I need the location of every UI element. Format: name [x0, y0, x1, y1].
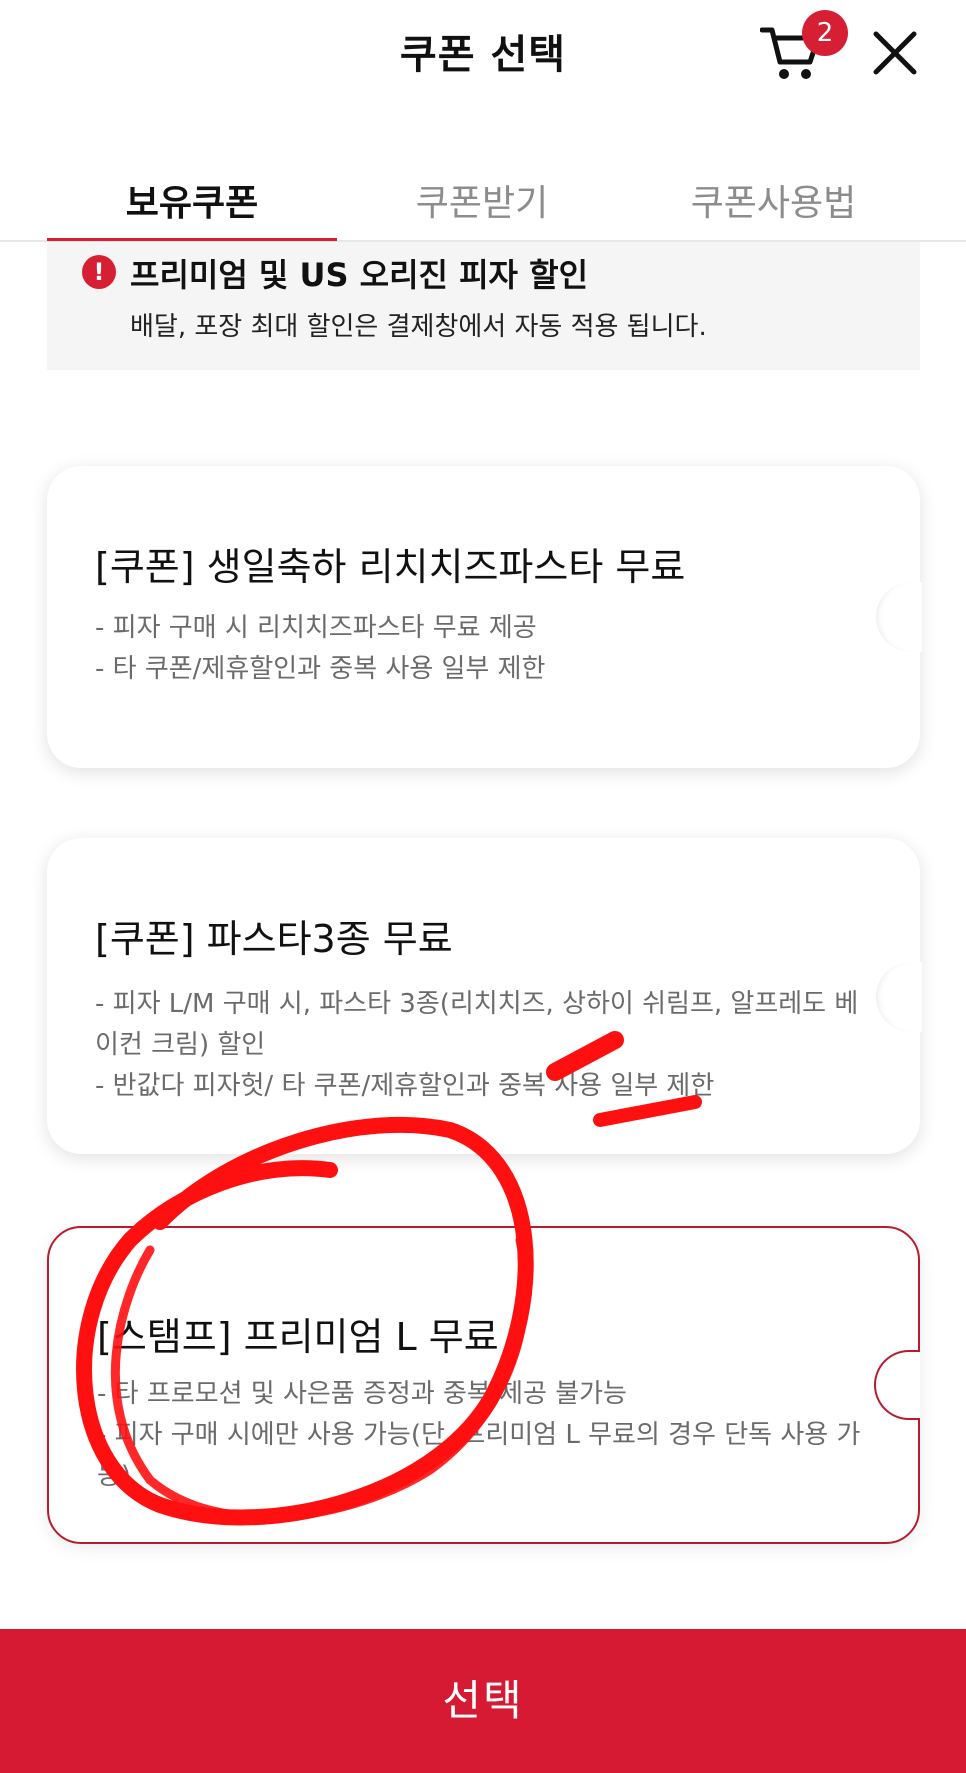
- coupon-title: [쿠폰] 파스타3종 무료: [95, 917, 453, 961]
- coupon-card[interactable]: [쿠폰] 생일축하 리치치즈파스타 무료 - 피자 구매 시 리치치즈파스타 무…: [47, 466, 922, 768]
- coupon-title: [쿠폰] 생일축하 리치치즈파스타 무료: [95, 545, 686, 589]
- alert-icon: !: [82, 255, 116, 289]
- notice-text: 배달, 포장 최대 할인은 결제창에서 자동 적용 됩니다.: [130, 312, 707, 342]
- tab-bar: 보유쿠폰 쿠폰받기 쿠폰사용법: [0, 150, 966, 242]
- coupon-description: - 타 프로모션 및 사은품 증정과 중복 제공 불가능 - 피자 구매 시에만…: [97, 1379, 861, 1491]
- header: 쿠폰 선택 2: [0, 0, 966, 110]
- active-tab-indicator: [47, 238, 337, 241]
- tab-coupon-guide[interactable]: 쿠폰사용법: [627, 174, 920, 226]
- coupon-description: - 피자 구매 시 리치치즈파스타 무료 제공 - 타 쿠폰/제휴할인과 중복 …: [95, 613, 546, 684]
- coupon-card-selected[interactable]: [스탬프] 프리미엄 L 무료 - 타 프로모션 및 사은품 증정과 중복 제공…: [47, 1226, 920, 1544]
- coupon-description: - 피자 L/M 구매 시, 파스타 3종(리치치즈, 상하이 쉬림프, 알프레…: [95, 989, 859, 1101]
- select-button[interactable]: 선택: [0, 1629, 966, 1773]
- tab-owned-coupons[interactable]: 보유쿠폰: [47, 174, 337, 226]
- tab-get-coupons[interactable]: 쿠폰받기: [337, 174, 627, 226]
- ticket-notch: [876, 582, 922, 652]
- cart-count-badge: 2: [802, 10, 848, 56]
- coupon-title: [스탬프] 프리미엄 L 무료: [97, 1315, 499, 1359]
- ticket-notch: [874, 1350, 920, 1420]
- notice-title: 프리미엄 및 US 오리진 피자 할인: [130, 256, 589, 294]
- close-icon[interactable]: [872, 30, 918, 76]
- coupon-card[interactable]: [쿠폰] 파스타3종 무료 - 피자 L/M 구매 시, 파스타 3종(리치치즈…: [47, 838, 922, 1154]
- discount-notice: ! 프리미엄 및 US 오리진 피자 할인 배달, 포장 최대 할인은 결제창에…: [47, 242, 920, 370]
- coupon-select-screen: 쿠폰 선택 2 보유쿠폰 쿠폰받기 쿠폰사용법 ! 프리미엄 및 US 오리진 …: [0, 0, 966, 1773]
- ticket-notch: [876, 962, 922, 1032]
